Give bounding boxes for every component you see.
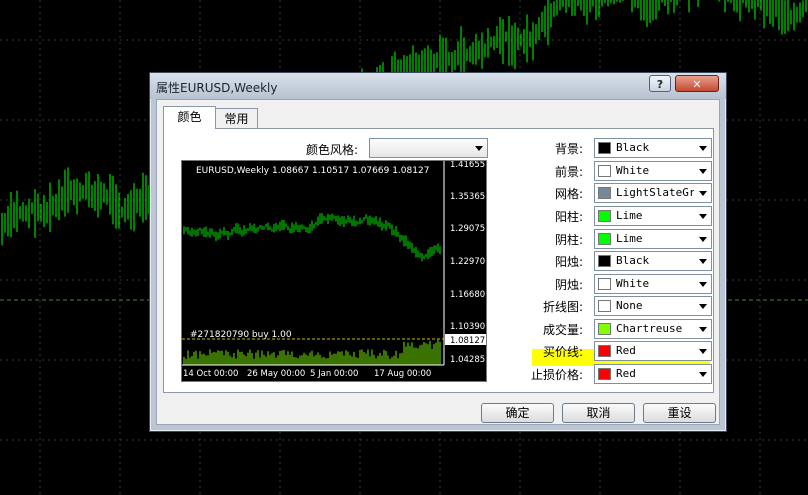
chevron-down-icon (699, 146, 707, 151)
color-swatch (598, 255, 611, 267)
date-tick: 26 May 00:00 (247, 369, 305, 379)
color-swatch (598, 233, 611, 245)
color-swatch (598, 323, 611, 335)
property-label-line-chart: 折线图: (542, 300, 583, 314)
background-color-select[interactable]: Black (594, 138, 712, 158)
dialog-body: 颜色 常用 颜色风格: EURUSD,Weekly 1.08667 1.1051… (156, 99, 720, 425)
help-button[interactable]: ? (649, 75, 671, 92)
dialog-title: 属性EURUSD,Weekly (156, 81, 278, 95)
color-swatch (598, 210, 611, 222)
property-label-stop-level: 止损价格: (530, 368, 583, 382)
date-tick: 5 Jan 00:00 (310, 369, 358, 379)
color-name: LightSlateGr (616, 186, 694, 199)
date-tick: 14 Oct 00:00 (183, 369, 238, 379)
bar-down-color-select[interactable]: Lime (594, 229, 712, 249)
property-label-volume: 成交量: (542, 323, 583, 337)
color-swatch (598, 345, 611, 357)
grid-color-select[interactable]: LightSlateGr (594, 183, 712, 203)
property-label-foreground: 前景: (554, 165, 583, 179)
color-name: Red (616, 344, 636, 357)
color-swatch (598, 300, 611, 312)
preview-header: EURUSD,Weekly 1.08667 1.10517 1.07669 1.… (196, 166, 429, 176)
chevron-down-icon (699, 372, 707, 377)
colors-panel: 颜色风格: EURUSD,Weekly 1.08667 1.10517 1.07… (163, 128, 714, 393)
color-swatch (598, 165, 611, 177)
title-bar[interactable]: 属性EURUSD,Weekly ? ✕ (150, 73, 726, 99)
date-tick: 17 Aug 00:00 (374, 369, 431, 379)
bear-candle-color-select[interactable]: White (594, 274, 712, 294)
chevron-down-icon (699, 282, 707, 287)
property-label-background: 背景: (554, 142, 583, 156)
color-name: Red (616, 367, 636, 380)
property-label-grid: 网格: (554, 187, 583, 201)
color-name: Lime (616, 232, 643, 245)
chevron-down-icon (699, 214, 707, 219)
order-label: #271820790 buy 1.00 (190, 330, 292, 340)
stop-level-color-select[interactable]: Red (594, 364, 712, 384)
color-name: Chartreuse (616, 322, 683, 335)
property-label-bar-up: 阳柱: (554, 210, 583, 224)
color-scheme-label: 颜色风格: (306, 143, 359, 157)
property-label-bull-candle: 阳烛: (554, 255, 583, 269)
color-name: Black (616, 254, 650, 267)
color-name: Lime (616, 209, 643, 222)
tab-common[interactable]: 常用 (215, 108, 258, 129)
color-name: Black (616, 141, 650, 154)
cancel-button[interactable]: 取消 (562, 403, 635, 423)
color-swatch (598, 278, 611, 290)
reset-button[interactable]: 重设 (643, 403, 716, 423)
color-swatch (598, 187, 611, 199)
property-label-bear-candle: 阴烛: (554, 278, 583, 292)
foreground-color-select[interactable]: White (594, 161, 712, 181)
chevron-down-icon (699, 259, 707, 264)
volume-bars (183, 339, 441, 365)
properties-dialog: 属性EURUSD,Weekly ? ✕ 颜色 常用 颜色风格: EURUSD,W… (149, 72, 727, 432)
property-label-ask-line: 买价线: (542, 345, 583, 359)
chevron-down-icon (699, 349, 707, 354)
property-label-bar-down: 阴柱: (554, 233, 583, 247)
chevron-down-icon (699, 169, 707, 174)
preview-chart: EURUSD,Weekly 1.08667 1.10517 1.07669 1.… (182, 160, 486, 379)
volume-color-select[interactable]: Chartreuse (594, 319, 712, 339)
chevron-down-icon (699, 304, 707, 309)
color-swatch (598, 368, 611, 380)
preview-price-bars (183, 212, 441, 262)
close-button[interactable]: ✕ (675, 75, 719, 92)
color-name: White (616, 277, 650, 290)
color-swatch (598, 142, 611, 154)
bull-candle-color-select[interactable]: Black (594, 251, 712, 271)
chart-preview: EURUSD,Weekly 1.08667 1.10517 1.07669 1.… (181, 160, 487, 382)
chevron-down-icon (699, 327, 707, 332)
color-name: White (616, 164, 650, 177)
chevron-down-icon (699, 237, 707, 242)
ask-line-color-select[interactable]: Red (594, 341, 712, 361)
line-chart-color-select[interactable]: None (594, 296, 712, 316)
bar-up-color-select[interactable]: Lime (594, 206, 712, 226)
color-name: None (616, 299, 643, 312)
ok-button[interactable]: 确定 (481, 403, 554, 423)
chevron-down-icon (699, 191, 707, 196)
tab-colors[interactable]: 颜色 (163, 106, 216, 129)
